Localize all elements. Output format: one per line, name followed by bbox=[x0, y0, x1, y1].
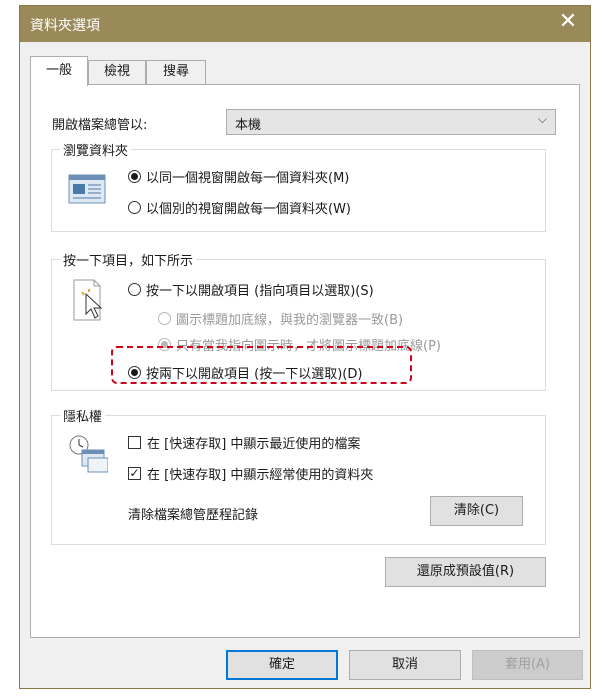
clear-button-label: 清除(C) bbox=[453, 503, 500, 518]
click-items-legend: 按一下項目，如下所示 bbox=[60, 250, 197, 269]
radio-same-window[interactable] bbox=[128, 170, 141, 183]
ok-button-label: 確定 bbox=[268, 657, 295, 672]
open-explorer-select[interactable]: 本機 ⌵ bbox=[226, 109, 556, 135]
radio-single-click[interactable] bbox=[128, 283, 141, 296]
restore-defaults-label: 還原成預設值(R) bbox=[416, 564, 515, 579]
privacy-legend: 隱私權 bbox=[60, 406, 106, 425]
browse-folders-group: 瀏覽資料夾 以同一個視窗開啟每一個資料夾(M) 以個別的視窗開啟每一個資料夾(W… bbox=[51, 140, 546, 232]
clear-history-label: 清除檔案總管歷程記錄 bbox=[128, 508, 259, 523]
separate-window-label: 以個別的視窗開啟每一個資料夾(W) bbox=[146, 202, 351, 217]
radio-underline-browser[interactable] bbox=[158, 312, 171, 325]
checkbox-frequent-folders[interactable]: ✓ bbox=[128, 467, 141, 480]
open-explorer-label: 開啟檔案總管以: bbox=[52, 118, 148, 133]
underline-browser-label: 圖示標題加底線，與我的瀏覽器一致(B) bbox=[176, 313, 404, 328]
same-window-label: 以同一個視窗開啟每一個資料夾(M) bbox=[146, 171, 350, 186]
pointer-click-icon bbox=[73, 279, 103, 321]
highlight-box bbox=[111, 346, 412, 384]
cancel-button[interactable]: 取消 bbox=[349, 650, 461, 680]
apply-button-label: 套用(A) bbox=[504, 657, 551, 672]
tab-search[interactable]: 搜尋 bbox=[146, 60, 206, 84]
browse-folders-legend: 瀏覽資料夾 bbox=[60, 140, 132, 159]
frequent-folders-label: 在 [快速存取] 中顯示經常使用的資料夾 bbox=[147, 468, 374, 483]
tab-general[interactable]: 一般 bbox=[30, 56, 88, 86]
chevron-down-icon: ⌵ bbox=[537, 112, 547, 126]
folder-window-icon bbox=[68, 174, 106, 204]
title-bar[interactable]: 資料夾選項 ✕ bbox=[20, 6, 590, 42]
window-title: 資料夾選項 bbox=[30, 18, 100, 34]
tab-general-label: 一般 bbox=[45, 63, 72, 78]
ok-button[interactable]: 確定 bbox=[226, 650, 338, 680]
privacy-group: 隱私權 在 [快速存取] 中顯示最近使用的檔案 ✓ 在 [快速存取] 中顯示經常… bbox=[51, 406, 546, 545]
quick-access-icon bbox=[69, 435, 108, 473]
tab-view-label: 檢視 bbox=[103, 64, 130, 79]
restore-defaults-button[interactable]: 還原成預設值(R) bbox=[385, 557, 546, 587]
tab-search-label: 搜尋 bbox=[162, 64, 189, 79]
open-explorer-value: 本機 bbox=[235, 118, 262, 133]
recent-files-label: 在 [快速存取] 中顯示最近使用的檔案 bbox=[147, 437, 361, 452]
cancel-button-label: 取消 bbox=[391, 657, 418, 672]
apply-button[interactable]: 套用(A) bbox=[472, 650, 583, 680]
clear-button[interactable]: 清除(C) bbox=[430, 496, 523, 526]
close-icon[interactable]: ✕ bbox=[556, 11, 580, 35]
radio-separate-window[interactable] bbox=[128, 201, 141, 214]
checkbox-recent-files[interactable] bbox=[128, 436, 141, 449]
tab-view[interactable]: 檢視 bbox=[88, 60, 146, 84]
single-click-label: 按一下以開啟項目 (指向項目以選取)(S) bbox=[146, 284, 374, 299]
